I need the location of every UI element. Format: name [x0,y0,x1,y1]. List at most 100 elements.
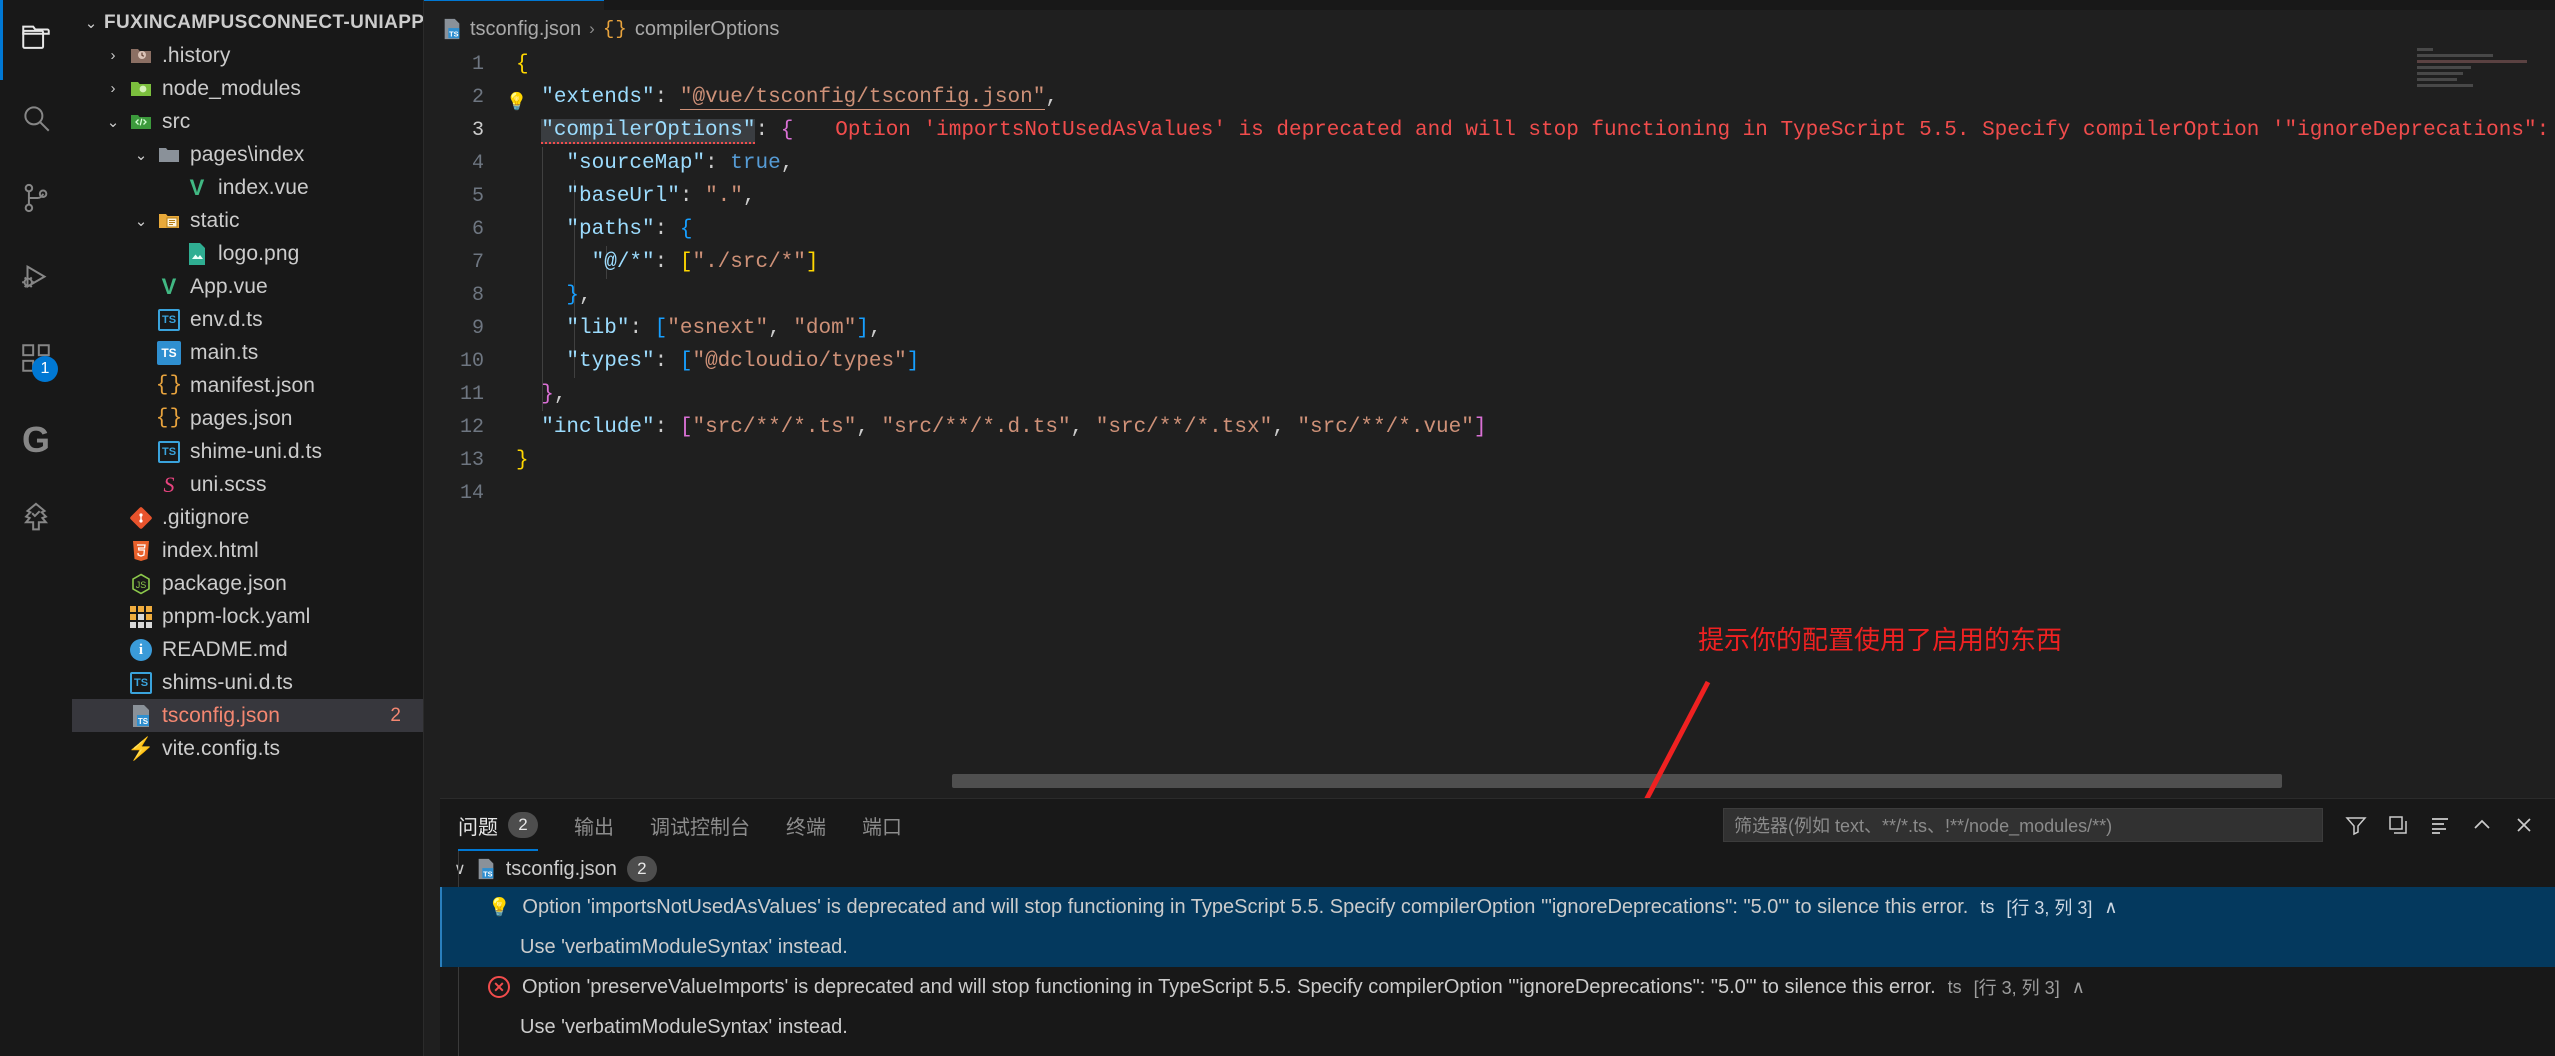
code-line-1: 1 { [424,48,2555,81]
filter-placeholder: 筛选器(例如 text、**/*.ts、!**/node_modules/**) [1734,816,2113,836]
tree-row-uni-scss[interactable]: S uni.scss [72,468,423,501]
activitybar-item-search[interactable] [0,80,72,160]
tree-row-shims-uni-d-ts[interactable]: TS shims-uni.d.ts [72,666,423,699]
tree-row-manifest-json[interactable]: { } manifest.json [72,369,423,402]
tree-row-pages-index[interactable]: ⌄ pages\index [72,138,423,171]
chevron-down-icon[interactable]: ∨ [454,859,466,879]
panel-tab-ports[interactable]: 端口 [844,799,920,851]
tree-row-label: shims-uni.d.ts [162,670,293,694]
problems-group-count: 2 [626,856,657,882]
tree-row-index-html[interactable]: index.html [72,534,423,567]
problems-count-badge: 2 [508,812,538,838]
tree-row-label: App.vue [190,274,268,298]
folder-history-icon [126,44,156,68]
editor-minimap[interactable] [2417,48,2537,108]
editor-horizontal-scrollbar[interactable] [952,774,2282,788]
panel-tab-problems[interactable]: 问题 2 [440,799,556,851]
code-line-4: 4 "sourceMap": true, [424,147,2555,180]
activitybar-item-gitlens[interactable]: G [0,400,72,480]
chevron-up-icon[interactable]: ∧ [2072,977,2085,998]
tree-row-src[interactable]: ⌄ src [72,105,423,138]
extensions-badge: 1 [32,356,58,382]
breadcrumb: TS tsconfig.json › { } compilerOptions [424,10,2555,48]
activitybar-item-run-and-debug[interactable] [0,240,72,320]
code-line-13: 13 } [424,444,2555,477]
activitybar-item-explorer[interactable] [0,0,72,80]
chevron-down-icon[interactable]: ⌄ [100,113,126,131]
tree-row-label: logo.png [218,241,300,265]
chevron-down-icon[interactable]: ⌄ [78,14,104,32]
tree-row-vite-config-ts[interactable]: ⚡ vite.config.ts [72,732,423,765]
inline-error-message: Option 'importsNotUsedAsValues' is depre… [835,119,2555,142]
tree-row-index-vue[interactable]: V index.vue [72,171,423,204]
tree-row-env-d-ts[interactable]: TS env.d.ts [72,303,423,336]
problem-row-2[interactable]: ✕ Option 'preserveValueImports' is depre… [440,967,2555,1007]
activity-bar: 1 G [0,0,72,1056]
line-number: 6 [471,218,484,241]
problem-row-2-detail: Use 'verbatimModuleSyntax' instead. [440,1007,2555,1047]
code-line-6: 6 "paths": { [424,213,2555,246]
git-icon [126,506,156,530]
tab-tsconfig-json[interactable] [424,0,604,10]
tree-row-shime-uni-d-ts[interactable]: TS shime-uni.d.ts [72,435,423,468]
panel-tab-label: 问题 [458,816,498,839]
explorer-root-folder[interactable]: ⌄ FUXINCAMPUSCONNECT-UNIAPP-TS [72,6,423,39]
activitybar-item-todo-tree[interactable] [0,480,72,560]
annotation-text: 提示你的配置使用了启用的东西 [1698,625,2063,655]
chevron-down-icon[interactable]: ⌄ [128,146,154,164]
files-icon [19,21,53,60]
tsconfig-icon: TS [476,858,496,880]
tree-row-static[interactable]: ⌄ static [72,204,423,237]
explorer-sidebar: ⌄ FUXINCAMPUSCONNECT-UNIAPP-TS › .histor… [72,0,424,1056]
code-line-10: 10 "types": ["@dcloudio/types"] [424,345,2555,378]
tree-row-pnpm-lock-yaml[interactable]: pnpm-lock.yaml [72,600,423,633]
close-panel-icon[interactable] [2505,806,2543,844]
breadcrumb-file[interactable]: tsconfig.json [470,18,581,41]
tree-row-node-modules[interactable]: › node_modules [72,72,423,105]
breadcrumb-symbol[interactable]: compilerOptions [635,18,780,41]
line-number: 12 [459,416,484,439]
problems-filter-box[interactable]: 筛选器(例如 text、**/*.ts、!**/node_modules/**) [1723,808,2323,842]
activitybar-item-extensions[interactable]: 1 [0,320,72,400]
code-line-5: 5 "baseUrl": ".", [424,180,2555,213]
tree-row-history[interactable]: › .history [72,39,423,72]
problems-group-tsconfig-json[interactable]: ∨ TS tsconfig.json 2 [440,851,2555,887]
tree-row-label: shime-uni.d.ts [190,439,323,463]
tree-row-tsconfig-json[interactable]: TS tsconfig.json 2 [72,699,423,732]
code-editor[interactable]: 1 { 2 💡 "extends": "@vue/tsconfig/tsconf… [424,48,2555,798]
chevron-right-icon[interactable]: › [100,47,126,64]
tree-row-problem-count: 2 [390,704,401,726]
chevron-down-icon[interactable]: ⌄ [128,212,154,230]
tree-row-package-json[interactable]: JS package.json [72,567,423,600]
collapse-all-icon[interactable] [2379,806,2417,844]
bottom-panel: 问题 2 输出 调试控制台 终端 端口 筛选器(例如 text、**/*.ts、… [440,798,2555,1056]
code-text: { [516,53,529,76]
code-line-8: 8 }, [424,279,2555,312]
line-number: 13 [459,449,484,472]
tree-row-gitignore[interactable]: .gitignore [72,501,423,534]
image-icon [182,242,212,266]
problem-source: ts [1980,896,1995,917]
line-number: 11 [459,383,484,406]
activitybar-item-source-control[interactable] [0,160,72,240]
chevron-up-icon[interactable] [2463,806,2501,844]
line-number: 4 [471,152,484,175]
panel-tab-terminal[interactable]: 终端 [768,799,844,851]
view-as-list-icon[interactable] [2421,806,2459,844]
panel-tab-debug-console[interactable]: 调试控制台 [632,799,768,851]
tree-row-main-ts[interactable]: TS main.ts [72,336,423,369]
ts-def-icon: TS [126,671,156,694]
tree-row-app-vue[interactable]: V App.vue [72,270,423,303]
chevron-right-icon[interactable]: › [100,80,126,97]
problem-row-1[interactable]: 💡 Option 'importsNotUsedAsValues' is dep… [440,887,2555,927]
tree-row-pages-json[interactable]: { } pages.json [72,402,423,435]
json-icon: { } [155,407,183,430]
panel-tab-output[interactable]: 输出 [556,799,632,851]
tree-row-readme-md[interactable]: i README.md [72,633,423,666]
json-icon: { } [155,374,183,397]
filter-icon[interactable] [2337,806,2375,844]
chevron-up-icon[interactable]: ∧ [2104,897,2117,918]
folder-icon [154,143,184,167]
tree-row-label: pnpm-lock.yaml [162,604,311,628]
tree-row-logo-png[interactable]: logo.png [72,237,423,270]
